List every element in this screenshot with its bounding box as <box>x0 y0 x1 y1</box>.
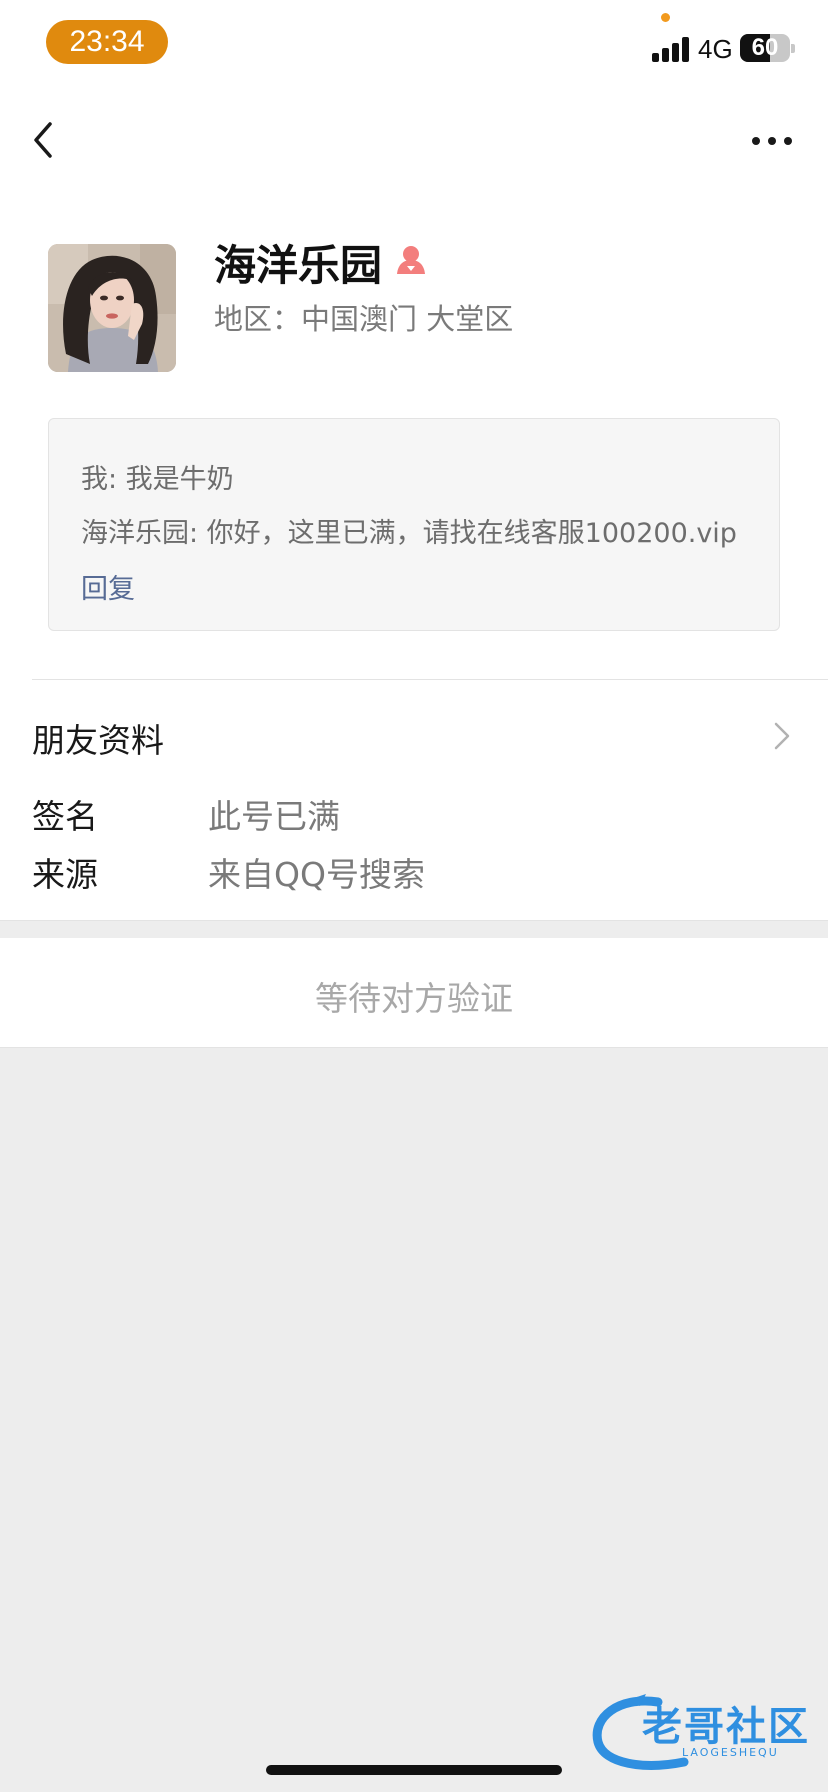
message-line-self: 我: 我是牛奶 <box>81 464 234 495</box>
signature-label: 签名 <box>32 797 98 836</box>
watermark-logo: 老哥社区 LAOGESHEQU <box>588 1692 816 1772</box>
chevron-right-icon <box>774 722 790 750</box>
source-value: 来自QQ号搜索 <box>208 855 425 894</box>
signature-value: 此号已满 <box>208 797 340 836</box>
waiting-verification-label: 等待对方验证 <box>315 979 513 1018</box>
waiting-verification-button[interactable]: 等待对方验证 <box>0 938 828 1048</box>
home-indicator[interactable] <box>266 1765 562 1775</box>
female-icon <box>394 244 428 276</box>
verification-message-box: 我: 我是牛奶 海洋乐园: 你好，这里已满，请找在线客服100200.vip 回… <box>48 418 780 631</box>
network-type: 4G <box>698 34 733 64</box>
battery-tip <box>791 44 795 53</box>
more-options-button[interactable] <box>748 126 796 156</box>
section-gap <box>0 920 828 938</box>
battery-percent: 60 <box>751 34 779 61</box>
status-time: 23:34 <box>46 20 168 64</box>
signal-icon <box>652 36 692 62</box>
nickname: 海洋乐园 <box>214 241 383 290</box>
reply-link[interactable]: 回复 <box>81 567 135 606</box>
privacy-indicator-dot <box>661 13 670 22</box>
message-line-contact: 海洋乐园: 你好，这里已满，请找在线客服100200.vip <box>81 518 737 549</box>
region-text: 地区：中国澳门 大堂区 <box>214 302 514 336</box>
avatar[interactable] <box>48 244 176 372</box>
back-button[interactable] <box>26 118 66 162</box>
battery-icon: 60 <box>740 34 790 62</box>
section-divider <box>32 679 828 680</box>
friend-info-row[interactable]: 朋友资料 <box>0 700 828 770</box>
friend-info-label: 朋友资料 <box>32 721 164 760</box>
chevron-left-icon <box>34 122 52 158</box>
watermark-subtitle: LAOGESHEQU <box>682 1746 779 1759</box>
watermark-title: 老哥社区 <box>642 1704 810 1750</box>
avatar-photo <box>48 244 176 372</box>
more-horizontal-icon <box>752 137 760 145</box>
source-label: 来源 <box>32 855 98 894</box>
